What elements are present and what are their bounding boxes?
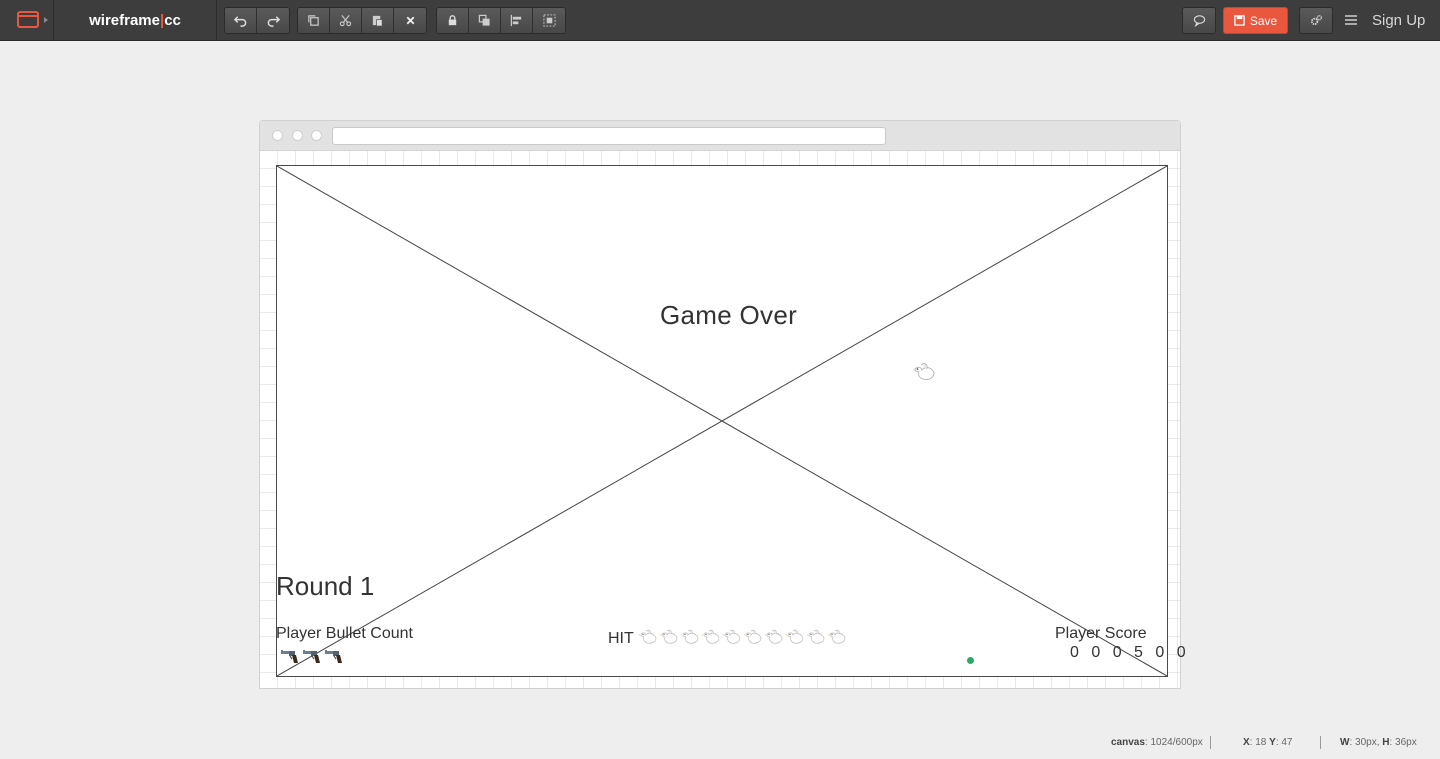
revolver-icon — [325, 650, 342, 663]
settings-icon — [1310, 14, 1322, 26]
round-label[interactable]: Round 1 — [276, 571, 374, 602]
lock-icon — [448, 15, 457, 26]
duck-icon — [806, 629, 825, 644]
save-button[interactable]: Save — [1223, 7, 1288, 34]
redo-button[interactable] — [257, 8, 289, 33]
save-label: Save — [1249, 13, 1278, 28]
selection-indicator-dot — [967, 657, 974, 664]
copy-button[interactable] — [298, 8, 330, 33]
duck-icon — [638, 629, 657, 644]
close-icon — [406, 16, 414, 25]
duck-icon — [743, 629, 762, 644]
undo-icon — [234, 16, 247, 27]
caret-right-icon — [44, 17, 48, 23]
status-dimensions: W: 30px, H: 36px — [1340, 737, 1417, 748]
group-icon — [542, 14, 556, 27]
window-minimize-dot — [292, 130, 303, 141]
settings-group — [1299, 7, 1333, 34]
scissors-icon — [339, 15, 352, 27]
arrange-group — [436, 7, 566, 34]
align-left-icon — [510, 14, 522, 27]
copy-icon — [308, 15, 319, 26]
hit-label[interactable]: HIT — [608, 630, 634, 648]
duck-icon — [764, 629, 783, 644]
comment-group — [1182, 7, 1216, 34]
bullet-icons — [280, 648, 344, 664]
arrange-icon — [478, 14, 490, 26]
app-menu-button[interactable] — [0, 0, 54, 41]
paste-button[interactable] — [362, 8, 394, 33]
cut-button[interactable] — [330, 8, 362, 33]
revolver-icon — [281, 650, 298, 663]
flying-duck-icon[interactable] — [912, 361, 937, 383]
status-divider — [1210, 736, 1211, 749]
image-placeholder[interactable] — [276, 165, 1168, 677]
align-button[interactable] — [501, 8, 533, 33]
undo-button[interactable] — [225, 8, 257, 33]
lock-button[interactable] — [437, 8, 469, 33]
comment-button[interactable] — [1183, 8, 1215, 33]
settings-button[interactable] — [1300, 8, 1332, 33]
duck-icon — [659, 629, 678, 644]
duck-icon — [722, 629, 741, 644]
game-over-text[interactable]: Game Over — [660, 300, 797, 331]
score-value[interactable]: 0 0 0 5 0 0 — [1070, 644, 1190, 662]
score-label[interactable]: Player Score — [1055, 625, 1147, 643]
history-group — [224, 7, 290, 34]
bullet-count-label[interactable]: Player Bullet Count — [276, 625, 413, 643]
window-maximize-dot — [311, 130, 322, 141]
duck-icon — [827, 629, 846, 644]
duck-icon — [701, 629, 720, 644]
duck-icon — [680, 629, 699, 644]
window-icon — [17, 11, 39, 28]
floppy-icon — [1234, 15, 1245, 26]
revolver-icon — [303, 650, 320, 663]
group-button[interactable] — [533, 8, 565, 33]
menu-icon[interactable] — [1344, 13, 1358, 27]
placeholder-cross — [277, 166, 1167, 676]
delete-button[interactable] — [394, 8, 426, 33]
redo-icon — [267, 16, 280, 27]
duck-icon — [785, 629, 804, 644]
window-close-dot — [272, 130, 283, 141]
browser-title-bar — [260, 121, 1180, 151]
top-toolbar: wireframe|cc Save Sign Up — [0, 0, 1440, 41]
comment-icon — [1193, 15, 1205, 27]
status-divider — [1320, 736, 1321, 749]
brand-logo: wireframe|cc — [54, 0, 217, 41]
edit-group — [297, 7, 427, 34]
sign-up-link[interactable]: Sign Up — [1372, 0, 1425, 41]
url-field[interactable] — [332, 127, 886, 145]
status-coordinates: X: 18 Y: 47 — [1243, 737, 1293, 748]
paste-icon — [372, 15, 383, 27]
hit-duck-icons — [638, 628, 847, 646]
status-canvas-size: canvas: 1024/600px — [1111, 737, 1203, 748]
arrange-button[interactable] — [469, 8, 501, 33]
